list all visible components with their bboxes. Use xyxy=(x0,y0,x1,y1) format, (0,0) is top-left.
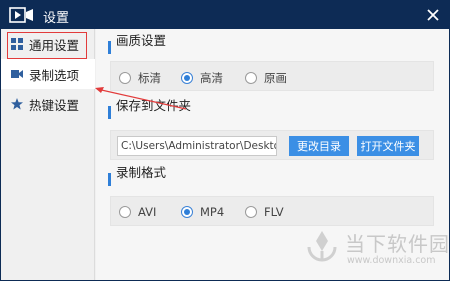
watermark: 当下软件园 www.downxia.com xyxy=(301,223,449,273)
radio-label: AVI xyxy=(138,205,157,219)
radio-circle xyxy=(245,72,257,84)
settings-window: 设置 通用设置 录制选项 热键设置 画质设置 标清 高清 原画 保存到文件夹 C… xyxy=(0,0,450,281)
format-options-box: AVI MP4 FLV xyxy=(110,196,434,226)
section-marker xyxy=(108,41,111,54)
radio-circle-selected xyxy=(181,72,193,84)
sidebar-item-hotkeys[interactable]: 热键设置 xyxy=(1,89,95,119)
watermark-title: 当下软件园 xyxy=(345,232,450,256)
window-title: 设置 xyxy=(43,11,70,26)
sidebar-item-label: 录制选项 xyxy=(29,67,80,83)
radio-label: 高清 xyxy=(200,71,223,85)
save-path-field[interactable]: C:\Users\Administrator\Desktop xyxy=(117,136,277,156)
sidebar-item-label: 热键设置 xyxy=(29,97,80,113)
app-logo-icon xyxy=(9,7,33,23)
save-path-box: C:\Users\Administrator\Desktop 更改目录 打开文件… xyxy=(110,130,434,160)
close-icon[interactable] xyxy=(423,5,443,25)
radio-format-avi[interactable]: AVI xyxy=(119,205,156,219)
open-folder-button[interactable]: 打开文件夹 xyxy=(357,136,419,156)
radio-label: 标清 xyxy=(138,71,161,85)
highlight-outline xyxy=(7,32,87,59)
camera-icon xyxy=(11,70,23,78)
section-title-text: 保存到文件夹 xyxy=(116,97,192,113)
radio-circle xyxy=(119,72,131,84)
quality-options-box: 标清 高清 原画 xyxy=(110,61,434,91)
radio-circle xyxy=(245,206,257,218)
radio-quality-hd[interactable]: 高清 xyxy=(181,70,223,86)
radio-quality-original[interactable]: 原画 xyxy=(245,70,287,86)
watermark-logo-icon xyxy=(307,231,337,262)
sidebar: 通用设置 录制选项 热键设置 xyxy=(1,29,95,280)
section-marker xyxy=(108,106,111,119)
change-directory-button[interactable]: 更改目录 xyxy=(289,136,349,156)
radio-quality-sd[interactable]: 标清 xyxy=(119,70,161,86)
radio-circle-selected xyxy=(181,206,193,218)
radio-format-mp4[interactable]: MP4 xyxy=(181,205,224,219)
star-icon xyxy=(11,98,23,110)
radio-circle xyxy=(119,206,131,218)
radio-label: 原画 xyxy=(264,71,287,85)
sidebar-item-recording[interactable]: 录制选项 xyxy=(1,59,95,89)
radio-label: FLV xyxy=(264,205,284,219)
radio-label: MP4 xyxy=(200,205,225,219)
section-title-text: 画质设置 xyxy=(116,32,167,48)
section-marker xyxy=(108,173,111,186)
section-title-text: 录制格式 xyxy=(116,164,167,180)
title-bar: 设置 xyxy=(1,1,449,29)
watermark-url: www.downxia.com xyxy=(347,255,436,266)
radio-format-flv[interactable]: FLV xyxy=(245,205,284,219)
